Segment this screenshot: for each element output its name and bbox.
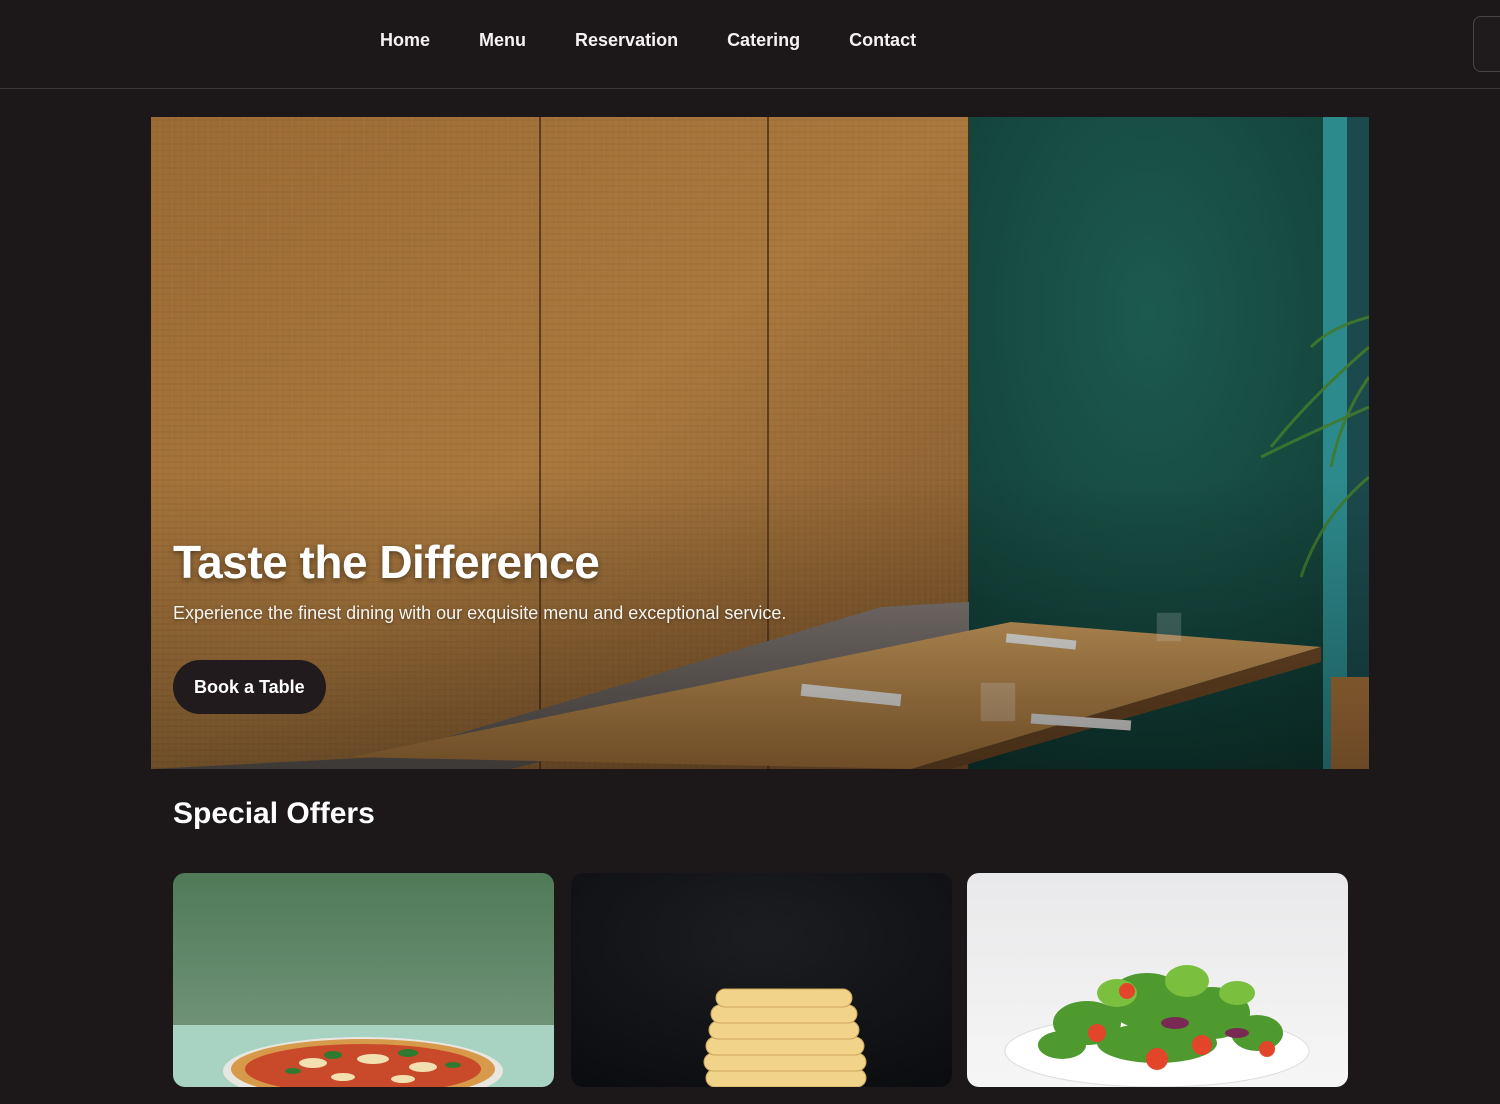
offer-card-pasta[interactable] [571,873,952,1087]
pasta-image [571,873,952,1087]
special-offers-title: Special Offers [173,797,375,830]
nav-menu-link[interactable]: Menu [479,30,526,51]
book-table-button[interactable]: Book a Table [173,660,326,714]
top-navbar: Home Menu Reservation Catering Contact [0,0,1500,89]
nav-home-link[interactable]: Home [380,30,430,51]
nav-action-button[interactable] [1473,16,1500,72]
hero-banner: Taste the Difference Experience the fine… [151,117,1369,769]
restaurant-interior-image [151,117,1369,769]
nav-catering-link[interactable]: Catering [727,30,800,51]
offer-card-pizza[interactable] [173,873,554,1087]
nav-reservation-link[interactable]: Reservation [575,30,678,51]
hero-subtitle: Experience the finest dining with our ex… [173,603,787,623]
nav-links: Home Menu Reservation Catering Contact [380,30,965,51]
pizza-image [173,873,554,1087]
nav-contact-link[interactable]: Contact [849,30,916,51]
salad-image [967,873,1348,1087]
hero-title: Taste the Difference [173,536,600,588]
offer-card-salad[interactable] [967,873,1348,1087]
